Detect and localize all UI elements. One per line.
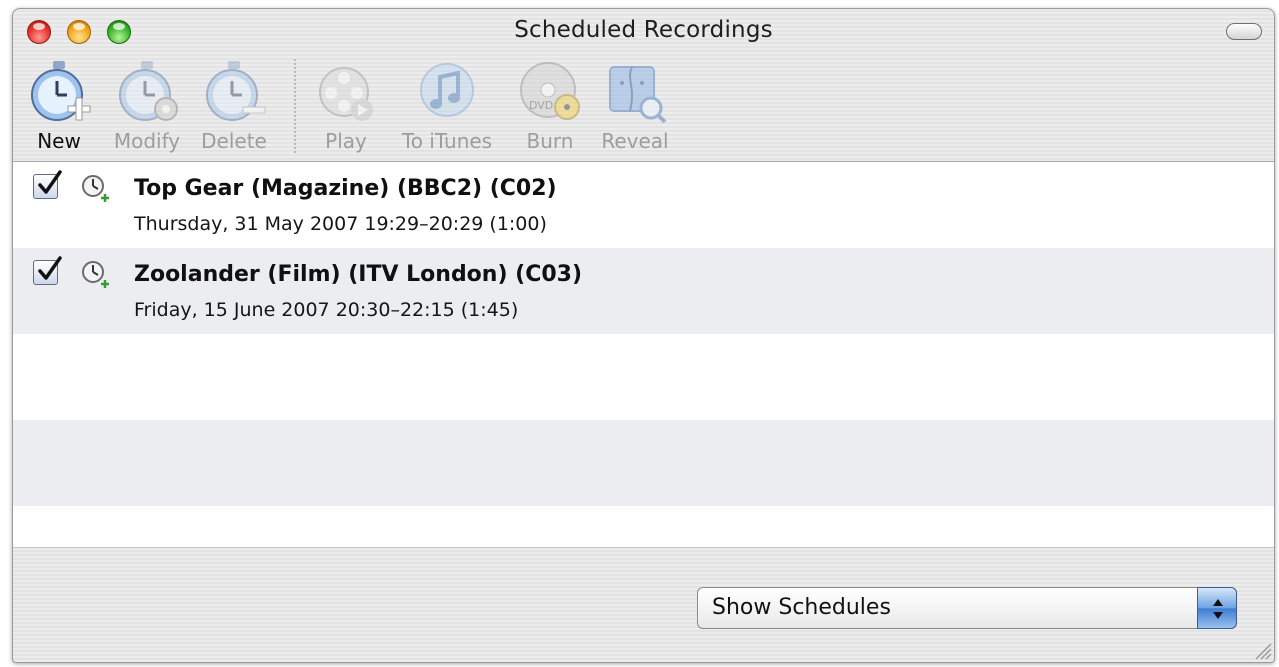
recording-time: Friday, 15 June 2007 20:30–22:15 (1:45) xyxy=(134,299,519,321)
checkmark-icon xyxy=(38,170,62,194)
scheduled-recordings-window: Scheduled Recordings New Modify Delete P… xyxy=(12,8,1275,663)
recording-time: Thursday, 31 May 2007 19:29–20:29 (1:00) xyxy=(134,213,547,235)
list-item[interactable]: Zoolander (Film) (ITV London) (C03) Frid… xyxy=(13,248,1274,334)
delete-button[interactable]: Delete xyxy=(189,57,279,153)
modify-button[interactable]: Modify xyxy=(102,57,192,153)
new-label: New xyxy=(37,129,81,153)
stopwatch-delete-icon xyxy=(206,61,266,121)
stopwatch-add-icon xyxy=(31,61,91,121)
to-itunes-label: To iTunes xyxy=(401,129,493,153)
enabled-checkbox[interactable] xyxy=(33,256,62,285)
burn-label: Burn xyxy=(526,129,574,153)
play-label: Play xyxy=(325,129,367,153)
show-mode-select[interactable]: Show Schedules xyxy=(697,587,1237,629)
reveal-label: Reveal xyxy=(601,129,669,153)
toolbar-separator xyxy=(294,59,296,153)
delete-label: Delete xyxy=(201,129,267,153)
show-mode-value: Show Schedules xyxy=(712,595,891,620)
up-down-arrows-icon xyxy=(1213,599,1223,619)
title-bar[interactable]: Scheduled Recordings xyxy=(13,9,1274,51)
empty-row xyxy=(13,506,1274,547)
list-item[interactable]: Top Gear (Magazine) (BBC2) (C02) Thursda… xyxy=(13,162,1274,248)
new-button[interactable]: New xyxy=(14,57,104,153)
checkmark-icon xyxy=(38,256,62,280)
recordings-list[interactable]: Top Gear (Magazine) (BBC2) (C02) Thursda… xyxy=(13,161,1274,548)
itunes-note-icon xyxy=(420,63,474,117)
empty-row xyxy=(13,334,1274,420)
stopwatch-modify-icon xyxy=(119,61,178,121)
dvd-burn-icon: DVD xyxy=(520,62,580,120)
select-arrows[interactable] xyxy=(1197,587,1237,629)
film-reel-play-icon xyxy=(319,67,373,121)
modify-label: Modify xyxy=(113,129,181,153)
scheduled-clock-icon xyxy=(82,175,109,202)
toolbar-toggle-button[interactable] xyxy=(1226,23,1262,40)
finder-reveal-icon xyxy=(609,66,667,124)
window-title: Scheduled Recordings xyxy=(514,17,773,43)
enabled-checkbox[interactable] xyxy=(33,170,62,199)
to-itunes-button[interactable]: To iTunes xyxy=(385,57,509,153)
recording-title: Zoolander (Film) (ITV London) (C03) xyxy=(134,262,583,287)
empty-row xyxy=(13,420,1274,506)
scheduled-clock-icon xyxy=(82,261,109,288)
resize-grip-icon[interactable] xyxy=(1250,638,1272,660)
burn-button[interactable]: DVD Burn xyxy=(505,57,595,153)
recording-title: Top Gear (Magazine) (BBC2) (C02) xyxy=(134,176,557,201)
reveal-button[interactable]: Reveal xyxy=(590,57,680,153)
svg-text:DVD: DVD xyxy=(529,99,553,112)
toolbar: New Modify Delete Play To iTunes DVD Bur… xyxy=(13,51,1274,161)
play-button[interactable]: Play xyxy=(301,57,391,153)
